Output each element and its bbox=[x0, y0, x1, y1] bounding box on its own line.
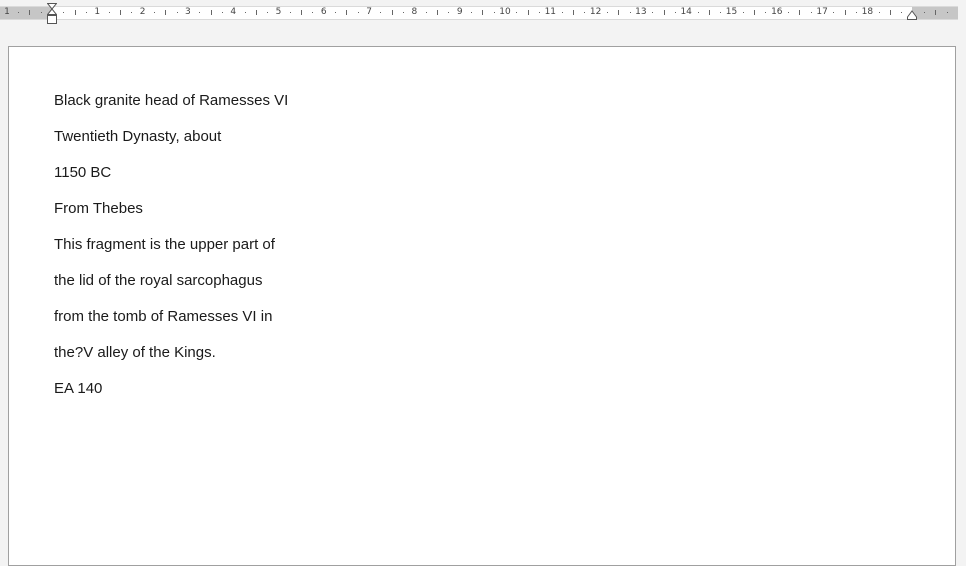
ruler-tick bbox=[357, 12, 359, 13]
document-page[interactable]: Black granite head of Ramesses VI Twenti… bbox=[8, 46, 956, 566]
ruler-tick bbox=[765, 12, 767, 13]
ruler-tick bbox=[799, 10, 801, 15]
ruler-tick bbox=[335, 12, 337, 13]
ruler-tick bbox=[856, 12, 858, 13]
paragraph[interactable]: Twentieth Dynasty, about bbox=[54, 126, 288, 162]
ruler-tick bbox=[516, 12, 518, 13]
ruler-tick bbox=[255, 10, 257, 15]
paragraph[interactable]: EA 140 bbox=[54, 378, 288, 414]
ruler-label: 15 bbox=[725, 7, 738, 17]
ruler-tick bbox=[844, 10, 846, 15]
ruler-tick bbox=[754, 10, 756, 15]
ruler-tick bbox=[663, 10, 665, 15]
ruler-tick bbox=[301, 10, 303, 15]
ruler-tick bbox=[165, 10, 167, 15]
ruler-tick bbox=[946, 12, 948, 13]
ruler-tick bbox=[833, 12, 835, 13]
ruler-tick bbox=[153, 12, 155, 13]
ruler-tick bbox=[629, 12, 631, 13]
document-body[interactable]: Black granite head of Ramesses VI Twenti… bbox=[54, 90, 288, 414]
ruler-tick bbox=[119, 10, 121, 15]
ruler-tick bbox=[221, 12, 223, 13]
ruler-tick bbox=[935, 10, 937, 15]
ruler-tick bbox=[29, 10, 31, 15]
right-indent-marker[interactable] bbox=[907, 10, 917, 20]
ruler-tick bbox=[437, 10, 439, 15]
ruler-label: 3 bbox=[185, 7, 191, 17]
ruler-tick bbox=[538, 12, 540, 13]
ruler-tick bbox=[18, 12, 20, 13]
paragraph[interactable]: from the tomb of Ramesses VI in bbox=[54, 306, 288, 342]
ruler-tick bbox=[901, 12, 903, 13]
paragraph[interactable]: Black granite head of Ramesses VI bbox=[54, 90, 288, 126]
first-line-and-hanging-indent-marker[interactable] bbox=[47, 3, 57, 25]
ruler-tick bbox=[289, 12, 291, 13]
ruler-tick bbox=[176, 12, 178, 13]
ruler-tick bbox=[199, 12, 201, 13]
ruler-label: 8 bbox=[411, 7, 418, 17]
ruler-tick bbox=[244, 12, 246, 13]
ruler-tick bbox=[527, 10, 529, 15]
ruler-label: 18 bbox=[861, 7, 874, 17]
ruler-label: 9 bbox=[456, 7, 463, 17]
ruler-label: 2 bbox=[139, 7, 146, 17]
ruler-tick bbox=[652, 12, 654, 13]
ruler-label: 4 bbox=[230, 7, 237, 17]
ruler-tick bbox=[720, 12, 722, 13]
ruler-tick bbox=[403, 12, 405, 13]
ruler-tick bbox=[561, 12, 563, 13]
ruler-label: 11 bbox=[544, 7, 557, 17]
paragraph[interactable]: 1150 BC bbox=[54, 162, 288, 198]
ruler-label-left: 1 bbox=[4, 7, 10, 17]
ruler-tick bbox=[697, 12, 699, 13]
ruler-tick bbox=[63, 12, 65, 13]
ruler-label: 1 bbox=[94, 7, 101, 17]
ruler-tick bbox=[40, 12, 42, 13]
ruler-tick bbox=[267, 12, 269, 13]
ruler-label: 16 bbox=[771, 7, 783, 17]
ruler-label: 7 bbox=[366, 7, 372, 17]
paragraph[interactable]: the lid of the royal sarcophagus bbox=[54, 270, 288, 306]
ruler-tick bbox=[380, 12, 382, 13]
ruler-tick bbox=[584, 12, 586, 13]
ruler-tick bbox=[391, 10, 393, 15]
ruler-label: 5 bbox=[275, 7, 282, 17]
ruler-label: 13 bbox=[635, 7, 647, 17]
ruler-tick bbox=[493, 12, 495, 13]
paragraph[interactable]: This fragment is the upper part of bbox=[54, 234, 288, 270]
ruler-tick bbox=[742, 12, 744, 13]
ruler-tick bbox=[606, 12, 608, 13]
ruler-tick bbox=[312, 12, 314, 13]
paragraph[interactable]: From Thebes bbox=[54, 198, 288, 234]
ruler-tick bbox=[74, 10, 76, 15]
ruler-tick bbox=[471, 12, 473, 13]
ruler-label: 12 bbox=[589, 7, 602, 17]
ruler-tick bbox=[448, 12, 450, 13]
ruler-tick bbox=[674, 12, 676, 13]
ruler-tick bbox=[924, 12, 926, 13]
ruler-tick bbox=[85, 12, 87, 13]
ruler-tick bbox=[572, 10, 574, 15]
ruler-tick bbox=[131, 12, 133, 13]
ruler-tick bbox=[810, 12, 812, 13]
ruler-tick bbox=[788, 12, 790, 13]
horizontal-ruler[interactable]: 1 1 2 3 4 5 6 7 8 9 10 11 12 13 14 15 16 17 18 bbox=[0, 6, 958, 20]
ruler-tick bbox=[482, 10, 484, 15]
ruler-tick bbox=[618, 10, 620, 15]
ruler-label: 10 bbox=[499, 7, 511, 17]
ruler-tick bbox=[210, 10, 212, 15]
ruler-tick bbox=[346, 10, 348, 15]
ruler-tick bbox=[878, 12, 880, 13]
ruler-label: 6 bbox=[320, 7, 327, 17]
ruler-tick bbox=[708, 10, 710, 15]
ruler-tick bbox=[108, 12, 110, 13]
ruler-tick bbox=[425, 12, 427, 13]
ruler-tick bbox=[890, 10, 892, 15]
horizontal-ruler-area: 1 1 2 3 4 5 6 7 8 9 10 11 12 13 14 15 16 17 18 bbox=[0, 0, 966, 30]
paragraph[interactable]: the?V alley of the Kings. bbox=[54, 342, 288, 378]
ruler-label: 17 bbox=[816, 7, 828, 17]
ruler-label: 14 bbox=[680, 7, 692, 17]
